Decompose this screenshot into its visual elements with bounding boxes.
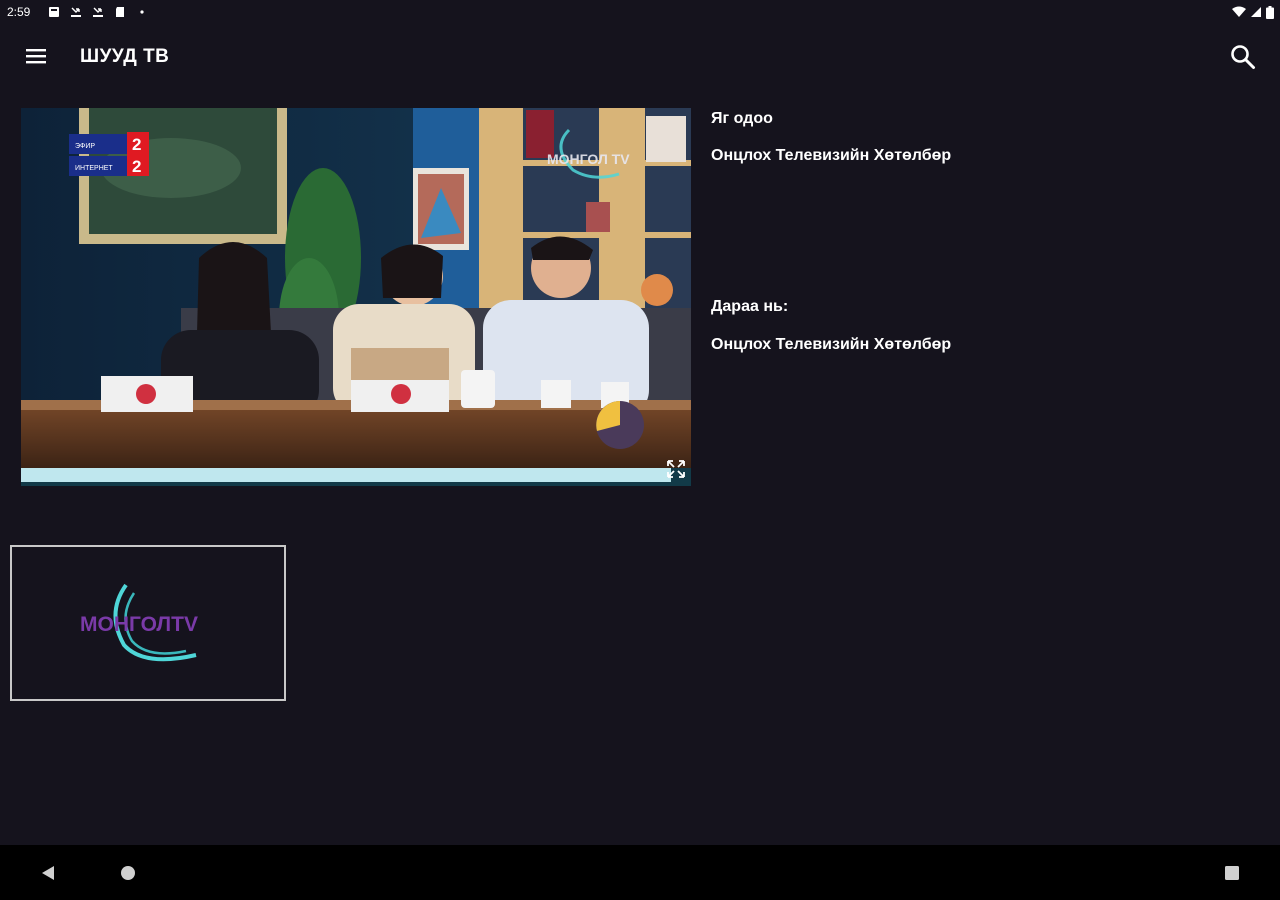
badge-label-bottom: ИНТЕРНЕТ xyxy=(75,165,113,172)
fullscreen-icon xyxy=(667,460,685,478)
loading-indicator xyxy=(596,401,644,449)
page-title: ШУУД ТВ xyxy=(80,46,170,67)
channel-tile-mongol-tv[interactable]: МОНГОЛTV xyxy=(10,545,286,701)
now-program-title: Онцлох Телевизийн Хөтөлбөр xyxy=(711,147,952,164)
home-icon[interactable] xyxy=(118,863,138,883)
status-icons-left xyxy=(48,4,148,20)
system-nav-bar xyxy=(0,845,1280,900)
dot-icon xyxy=(140,10,144,14)
missed-call-icon xyxy=(71,7,81,17)
channel-logo: МОНГОЛTV xyxy=(80,583,198,662)
menu-button[interactable] xyxy=(22,42,50,70)
screen: 2:59 ШУУД ТВ ЭФИР ИНТЕРНЕТ 2 2 МОНГОЛ TV… xyxy=(0,0,1280,900)
next-program-title: Онцлох Телевизийн Хөтөлбөр xyxy=(711,336,952,353)
status-bar: 2:59 xyxy=(0,0,1280,26)
sd-card-icon xyxy=(116,7,124,17)
battery-icon xyxy=(1266,5,1274,19)
wifi-icon xyxy=(1232,6,1246,17)
now-label: Яг одоо xyxy=(711,110,773,127)
recents-icon[interactable] xyxy=(1222,863,1242,883)
next-label: Дараа нь: xyxy=(711,298,789,315)
hamburger-menu-icon xyxy=(26,49,46,64)
fullscreen-button[interactable] xyxy=(665,458,687,480)
back-icon[interactable] xyxy=(38,863,58,883)
channel-watermark: МОНГОЛ TV xyxy=(547,151,630,167)
notification-icon xyxy=(49,7,59,17)
badge-label-top: ЭФИР xyxy=(75,143,95,150)
search-button[interactable] xyxy=(1228,42,1258,72)
search-icon xyxy=(1231,45,1255,69)
video-player[interactable]: ЭФИР ИНТЕРНЕТ 2 2 МОНГОЛ TV xyxy=(21,108,691,486)
signal-icon xyxy=(1251,7,1261,17)
missed-call-icon xyxy=(93,7,103,17)
badge-number-bottom: 2 xyxy=(132,157,141,176)
video-frame: ЭФИР ИНТЕРНЕТ 2 2 МОНГОЛ TV xyxy=(21,108,691,486)
status-time: 2:59 xyxy=(7,5,31,19)
badge-number-top: 2 xyxy=(132,135,141,154)
status-icons-right xyxy=(1232,4,1274,20)
channel-logo-text: МОНГОЛTV xyxy=(80,613,198,636)
app-bar: ШУУД ТВ xyxy=(0,30,1280,84)
